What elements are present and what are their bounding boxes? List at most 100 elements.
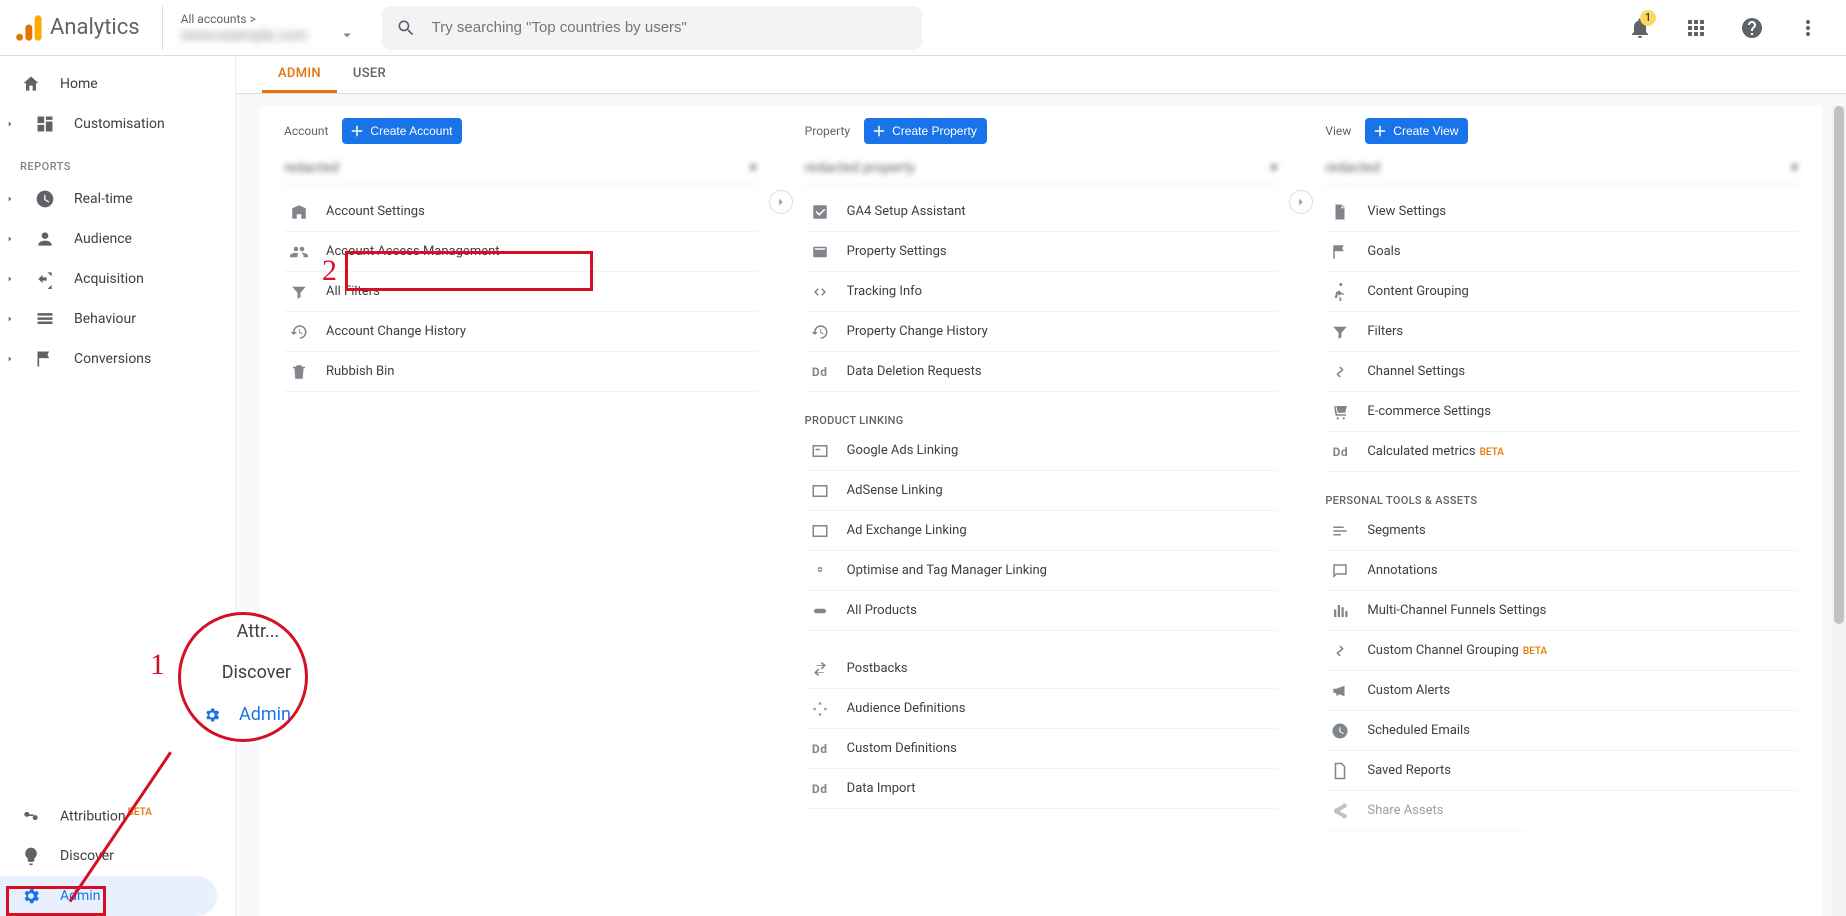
- custom-channel-item[interactable]: Custom Channel GroupingBETA: [1325, 631, 1798, 671]
- arrow-expand-icon: [34, 269, 56, 289]
- adsense-linking-item[interactable]: AdSense Linking: [805, 471, 1278, 511]
- saved-reports-label: Saved Reports: [1367, 763, 1451, 778]
- filter-icon: [288, 283, 310, 301]
- nav-audience[interactable]: Audience: [0, 219, 235, 259]
- nav-behaviour[interactable]: Behaviour: [0, 299, 235, 339]
- bars-icon: [1329, 602, 1351, 620]
- property-settings-item[interactable]: Property Settings: [805, 232, 1278, 272]
- ads-linking-item[interactable]: Google Ads Linking: [805, 431, 1278, 471]
- left-nav: Home Customisation REPORTS Real-time Aud…: [0, 56, 236, 916]
- saved-reports-item[interactable]: Saved Reports: [1325, 751, 1798, 791]
- view-settings-item[interactable]: View Settings: [1325, 192, 1798, 232]
- content-grouping-label: Content Grouping: [1367, 284, 1469, 299]
- ecommerce-item[interactable]: E-commerce Settings: [1325, 392, 1798, 432]
- megaphone-icon: [1329, 682, 1351, 700]
- account-column: Account Create Account redacted▾ Account…: [260, 106, 781, 916]
- goals-label: Goals: [1367, 244, 1400, 259]
- account-access-label: Account Access Management: [326, 244, 500, 259]
- tab-admin[interactable]: ADMIN: [262, 56, 337, 93]
- chevron-right-icon: [4, 354, 16, 364]
- tracking-info-item[interactable]: Tracking Info: [805, 272, 1278, 312]
- apps-button[interactable]: [1676, 8, 1716, 48]
- lightbulb-icon: [20, 846, 42, 866]
- data-import-item[interactable]: Dd Data Import: [805, 769, 1278, 809]
- nav-home[interactable]: Home: [0, 64, 235, 104]
- channel-settings-item[interactable]: Channel Settings: [1325, 352, 1798, 392]
- adsense-icon: [809, 482, 831, 500]
- chevron-right-icon: [4, 234, 16, 244]
- admin-tab-bar: ADMIN USER: [236, 56, 1846, 94]
- nav-discover[interactable]: Discover: [0, 836, 235, 876]
- tracking-info-label: Tracking Info: [847, 284, 922, 299]
- account-access-item[interactable]: Account Access Management: [284, 232, 757, 272]
- custom-channel-label: Custom Channel GroupingBETA: [1367, 643, 1547, 658]
- column-connector-icon: [1289, 190, 1313, 214]
- nav-real-time[interactable]: Real-time: [0, 179, 235, 219]
- calc-metrics-item[interactable]: Dd Calculated metricsBETA: [1325, 432, 1798, 472]
- header-actions: 1: [1620, 8, 1838, 48]
- property-column: Property Create Property redacted proper…: [781, 106, 1302, 916]
- link-icon: [809, 562, 831, 580]
- create-property-button[interactable]: Create Property: [864, 118, 987, 144]
- more-button[interactable]: [1788, 8, 1828, 48]
- scrollbar-thumb[interactable]: [1834, 106, 1844, 624]
- account-switcher[interactable]: All accounts > www.example.com: [162, 6, 352, 50]
- view-filters-label: Filters: [1367, 324, 1403, 339]
- annotations-item[interactable]: Annotations: [1325, 551, 1798, 591]
- nav-customisation-label: Customisation: [74, 116, 165, 132]
- rubbish-bin-item[interactable]: Rubbish Bin: [284, 352, 757, 392]
- goals-item[interactable]: Goals: [1325, 232, 1798, 272]
- annotation-number-2: 2: [322, 254, 337, 288]
- postbacks-item[interactable]: Postbacks: [805, 649, 1278, 689]
- help-button[interactable]: [1732, 8, 1772, 48]
- ga4-setup-item[interactable]: GA4 Setup Assistant: [805, 192, 1278, 232]
- view-selector[interactable]: redacted▾: [1325, 150, 1798, 186]
- create-view-button[interactable]: Create View: [1365, 118, 1468, 144]
- nav-acquisition[interactable]: Acquisition: [0, 259, 235, 299]
- account-settings-item[interactable]: Account Settings: [284, 192, 757, 232]
- property-settings-label: Property Settings: [847, 244, 947, 259]
- content-area: ADMIN USER Account Create Account redact…: [236, 56, 1846, 916]
- file-icon: [1329, 203, 1351, 221]
- breadcrumb: All accounts >: [181, 12, 352, 26]
- annotation-number-1: 1: [150, 648, 165, 682]
- all-products-item[interactable]: All Products: [805, 591, 1278, 631]
- property-selector[interactable]: redacted property▾: [805, 150, 1278, 186]
- create-account-label: Create Account: [370, 124, 452, 138]
- nav-admin[interactable]: Admin: [0, 876, 217, 916]
- audience-def-item[interactable]: Audience Definitions: [805, 689, 1278, 729]
- view-filters-item[interactable]: Filters: [1325, 312, 1798, 352]
- search-bar[interactable]: [382, 6, 922, 50]
- product-logo[interactable]: Analytics: [16, 13, 140, 43]
- account-history-item[interactable]: Account Change History: [284, 312, 757, 352]
- building-icon: [288, 203, 310, 221]
- create-account-button[interactable]: Create Account: [342, 118, 462, 144]
- all-filters-item[interactable]: All Filters: [284, 272, 757, 312]
- data-deletion-item[interactable]: Dd Data Deletion Requests: [805, 352, 1278, 392]
- property-history-item[interactable]: Property Change History: [805, 312, 1278, 352]
- column-connector-icon: [769, 190, 793, 214]
- search-input[interactable]: [430, 18, 908, 37]
- content-grouping-item[interactable]: Content Grouping: [1325, 272, 1798, 312]
- attribution-icon: [20, 806, 42, 826]
- adx-linking-item[interactable]: Ad Exchange Linking: [805, 511, 1278, 551]
- share-assets-item[interactable]: Share Assets: [1325, 791, 1798, 831]
- account-selector[interactable]: redacted▾: [284, 150, 757, 186]
- share-assets-label: Share Assets: [1367, 803, 1443, 818]
- mcf-item[interactable]: Multi-Channel Funnels Settings: [1325, 591, 1798, 631]
- custom-def-item[interactable]: Dd Custom Definitions: [805, 729, 1278, 769]
- segments-item[interactable]: Segments: [1325, 511, 1798, 551]
- chevron-right-icon: [4, 119, 16, 129]
- optimise-linking-item[interactable]: Optimise and Tag Manager Linking: [805, 551, 1278, 591]
- mcf-label: Multi-Channel Funnels Settings: [1367, 603, 1546, 618]
- vertical-scrollbar[interactable]: [1832, 106, 1846, 916]
- custom-alerts-item[interactable]: Custom Alerts: [1325, 671, 1798, 711]
- list-icon: [34, 309, 56, 329]
- chevron-right-icon: [4, 314, 16, 324]
- flag-icon: [34, 349, 56, 369]
- nav-customisation[interactable]: Customisation: [0, 104, 235, 144]
- tab-user[interactable]: USER: [337, 56, 402, 93]
- notifications-button[interactable]: 1: [1620, 8, 1660, 48]
- scheduled-emails-item[interactable]: Scheduled Emails: [1325, 711, 1798, 751]
- nav-conversions[interactable]: Conversions: [0, 339, 235, 379]
